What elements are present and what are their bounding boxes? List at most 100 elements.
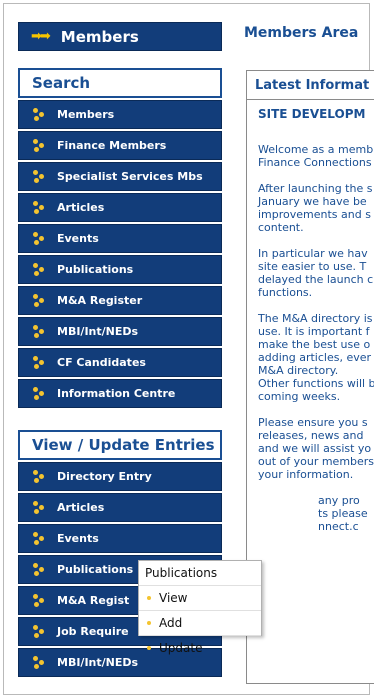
update-panel-title: View / Update Entries <box>18 430 222 460</box>
publications-context-menu: Publications View Add Update <box>138 560 262 655</box>
search-item-mbi-int-neds[interactable]: MBI/Int/NEDs <box>18 317 222 346</box>
nav-item-label: Publications <box>57 563 134 576</box>
nav-item-label: Articles <box>57 501 105 514</box>
context-menu-item-label: Update <box>159 641 203 655</box>
double-arrow-icon: ➡➡ <box>31 29 51 44</box>
bullet-dots-icon <box>33 469 47 484</box>
info-line: January we have be <box>258 195 367 208</box>
info-line: Finance Connections <box>258 156 372 169</box>
info-paragraph: any pro ts please nnect.c <box>258 494 374 533</box>
info-line: out of your members <box>258 455 374 468</box>
page-title: Members Area <box>244 25 359 41</box>
context-menu-update[interactable]: Update <box>139 635 261 660</box>
bullet-icon <box>147 596 151 600</box>
update-item-directory-entry[interactable]: Directory Entry <box>18 462 222 491</box>
info-line: functions. <box>258 286 313 299</box>
nav-item-label: Articles <box>57 201 105 214</box>
info-line: Other functions will b <box>258 377 374 390</box>
search-panel: Search Members Finance Members Specialist … <box>18 68 222 408</box>
info-paragraph: Welcome as a memb Finance Connections <box>258 143 374 169</box>
nav-item-label: Events <box>57 532 99 545</box>
info-paragraph: After launching the s January we have be i… <box>258 182 374 234</box>
members-header-label: Members <box>60 27 139 46</box>
context-menu-item-label: View <box>159 591 188 605</box>
bullet-icon <box>147 621 151 625</box>
info-line: and we will assist yo <box>258 442 372 455</box>
info-line: use. It is important f <box>258 325 370 338</box>
bullet-dots-icon <box>33 531 47 546</box>
nav-item-label: Job Require <box>57 625 129 638</box>
bullet-dots-icon <box>33 200 47 215</box>
search-item-cf-candidates[interactable]: CF Candidates <box>18 348 222 377</box>
bullet-dots-icon <box>33 655 47 670</box>
info-line: releases, news and <box>258 429 364 442</box>
nav-item-label: Directory Entry <box>57 470 152 483</box>
latest-information-box: Latest Informat SITE DEVELOPM Welcome as… <box>246 70 374 684</box>
info-line: After launching the s <box>258 182 373 195</box>
search-item-members[interactable]: Members <box>18 100 222 129</box>
search-item-publications[interactable]: Publications <box>18 255 222 284</box>
bullet-dots-icon <box>33 500 47 515</box>
nav-item-label: Information Centre <box>57 387 176 400</box>
bullet-dots-icon <box>33 107 47 122</box>
search-item-specialist-services-mbs[interactable]: Specialist Services Mbs <box>18 162 222 191</box>
update-item-articles[interactable]: Articles <box>18 493 222 522</box>
search-panel-title: Search <box>18 68 222 98</box>
site-development-heading: SITE DEVELOPM <box>258 107 366 121</box>
nav-item-label: CF Candidates <box>57 356 146 369</box>
bullet-dots-icon <box>33 624 47 639</box>
context-menu-add[interactable]: Add <box>139 610 261 635</box>
search-item-m-a-register[interactable]: M&A Register <box>18 286 222 315</box>
info-paragraph: In particular we hav site easier to use. … <box>258 247 374 299</box>
bullet-dots-icon <box>33 593 47 608</box>
search-item-articles[interactable]: Articles <box>18 193 222 222</box>
info-paragraph: Please ensure you s releases, news and and… <box>258 416 374 481</box>
latest-information-body: SITE DEVELOPM Welcome as a memb Finance C… <box>247 100 374 534</box>
context-menu-item-label: Add <box>159 616 183 630</box>
search-item-events[interactable]: Events <box>18 224 222 253</box>
nav-item-label: Members <box>57 108 115 121</box>
nav-item-label: Specialist Services Mbs <box>57 170 203 183</box>
info-line: delayed the launch c <box>258 273 374 286</box>
info-line: The M&A directory is <box>258 312 373 325</box>
nav-item-label: Events <box>57 232 99 245</box>
info-line: In particular we hav <box>258 247 368 260</box>
info-line: M&A directory. <box>258 364 339 377</box>
bullet-dots-icon <box>33 138 47 153</box>
info-line: Welcome as a memb <box>258 143 374 156</box>
nav-item-label: Finance Members <box>57 139 167 152</box>
info-line: nnect.c <box>318 520 359 533</box>
context-menu-title: Publications <box>145 566 218 580</box>
nav-item-label: M&A Regist <box>57 594 130 607</box>
nav-item-label: MBI/Int/NEDs <box>57 656 139 669</box>
info-line: content. <box>258 221 304 234</box>
nav-item-label: M&A Register <box>57 294 143 307</box>
bullet-dots-icon <box>33 262 47 277</box>
bullet-dots-icon <box>33 231 47 246</box>
context-menu-view[interactable]: View <box>139 585 261 610</box>
bullet-dots-icon <box>33 386 47 401</box>
info-line: any pro <box>318 494 360 507</box>
bullet-dots-icon <box>33 169 47 184</box>
nav-item-label: MBI/Int/NEDs <box>57 325 139 338</box>
bullet-icon <box>147 646 151 650</box>
info-line: make the best use o <box>258 338 371 351</box>
info-line: improvements and s <box>258 208 371 221</box>
bullet-dots-icon <box>33 355 47 370</box>
latest-information-title: Latest Informat <box>247 71 374 100</box>
info-line: adding articles, ever <box>258 351 372 364</box>
members-header-button[interactable]: ➡➡ Members <box>18 22 222 51</box>
bullet-dots-icon <box>33 324 47 339</box>
search-item-finance-members[interactable]: Finance Members <box>18 131 222 160</box>
bullet-dots-icon <box>33 562 47 577</box>
info-line: ts please <box>318 507 368 520</box>
search-item-information-centre[interactable]: Information Centre <box>18 379 222 408</box>
update-item-events[interactable]: Events <box>18 524 222 553</box>
info-line: your information. <box>258 468 354 481</box>
bullet-dots-icon <box>33 293 47 308</box>
info-paragraph: The M&A directory is use. It is important… <box>258 312 374 403</box>
nav-item-label: Publications <box>57 263 134 276</box>
info-line: coming weeks. <box>258 390 341 403</box>
info-line: site easier to use. T <box>258 260 367 273</box>
info-line: Please ensure you s <box>258 416 368 429</box>
